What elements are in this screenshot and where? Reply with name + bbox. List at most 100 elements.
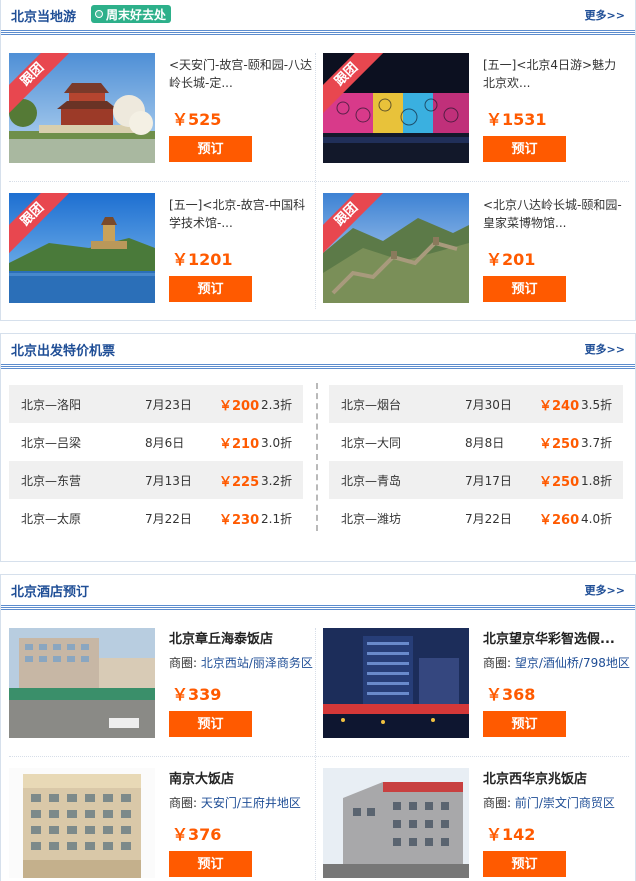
tour-image[interactable]: 跟团 (9, 53, 155, 163)
hotels-more-link[interactable]: 更多>> (585, 582, 625, 598)
book-button[interactable]: 预订 (483, 276, 566, 302)
flight-route[interactable]: 北京—东营 (21, 472, 81, 489)
flight-route[interactable]: 北京—青岛 (341, 472, 401, 489)
flight-date: 7月17日 (465, 474, 512, 488)
hotel-area: 商圈: 望京/酒仙桥/798地区 (483, 654, 633, 671)
area-label: 商圈: (483, 656, 512, 670)
tours-header: 北京当地游 周末好去处 更多>> (1, 0, 635, 30)
area-link[interactable]: 前门/崇文门商贸区 (515, 796, 615, 810)
flight-date: 7月13日 (145, 474, 192, 488)
flight-price: ￥250 (539, 437, 580, 452)
book-button[interactable]: 预订 (169, 711, 252, 737)
flights-left-column: 北京—洛阳 7月23日 ￥200 2.3折 北京—吕梁 8月6日 ￥210 3.… (9, 385, 303, 537)
hotel-card[interactable]: 南京大饭店 商圈: 天安门/王府井地区 ￥376 预订 (9, 768, 314, 881)
flight-route[interactable]: 北京—洛阳 (21, 396, 81, 413)
flight-discount: 2.3折 (261, 398, 293, 412)
tour-title[interactable]: [五一]<北京4日游>魅力北京欢... (483, 56, 628, 92)
flight-route[interactable]: 北京—潍坊 (341, 510, 401, 527)
flight-date: 7月22日 (465, 512, 512, 526)
flight-row[interactable]: 北京—吕梁 8月6日 ￥210 3.0折 (9, 423, 303, 461)
check-icon (95, 10, 103, 18)
area-label: 商圈: (169, 796, 198, 810)
tour-title[interactable]: <北京八达岭长城-颐和园-皇家菜博物馆... (483, 196, 628, 232)
hotels-grid: 北京章丘海泰饭店 商圈: 北京西站/丽泽商务区 ￥339 预订 北京望京华彩智选… (1, 610, 635, 881)
flight-price: ￥260 (539, 513, 580, 528)
hotel-name[interactable]: 南京大饭店 (169, 771, 314, 789)
flight-price: ￥230 (219, 513, 260, 528)
tour-title[interactable]: [五一]<北京-故宫-中国科学技术馆-... (169, 196, 314, 232)
flight-row[interactable]: 北京—东营 7月13日 ￥225 3.2折 (9, 461, 303, 499)
area-link[interactable]: 北京西站/丽泽商务区 (201, 656, 313, 670)
tours-grid: 跟团 <天安门-故宫-颐和园-八达岭长城-定... ￥525 预订 跟团 [五一… (1, 35, 635, 321)
flight-price: ￥210 (219, 437, 260, 452)
hotel-price: ￥142 (486, 825, 536, 844)
tour-image[interactable]: 跟团 (9, 193, 155, 303)
tour-title[interactable]: <天安门-故宫-颐和园-八达岭长城-定... (169, 56, 314, 92)
flight-row[interactable]: 北京—太原 7月22日 ￥230 2.1折 (9, 499, 303, 537)
hotel-name[interactable]: 北京章丘海泰饭店 (169, 631, 314, 649)
tour-card[interactable]: 跟团 <天安门-故宫-颐和园-八达岭长城-定... ￥525 预订 (9, 53, 314, 171)
flights-right-column: 北京—烟台 7月30日 ￥240 3.5折 北京—大同 8月8日 ￥250 3.… (329, 385, 623, 537)
hotel-name[interactable]: 北京望京华彩智选假... (483, 631, 628, 649)
weekend-tag-label: 周末好去处 (106, 7, 167, 22)
tours-title: 北京当地游 (11, 10, 77, 25)
column-divider (316, 383, 318, 531)
book-button[interactable]: 预订 (483, 711, 566, 737)
flight-price: ￥200 (219, 399, 260, 414)
flights-section: 北京出发特价机票 更多>> 北京—洛阳 7月23日 ￥200 2.3折 北京—吕… (0, 333, 636, 562)
hotel-image[interactable] (323, 628, 469, 738)
row-divider (9, 181, 629, 182)
hotel-image[interactable] (9, 628, 155, 738)
flight-row[interactable]: 北京—烟台 7月30日 ￥240 3.5折 (329, 385, 623, 423)
hotel-image[interactable] (323, 768, 469, 878)
book-button[interactable]: 预订 (169, 136, 252, 162)
hotel-card[interactable]: 北京西华京兆饭店 商圈: 前门/崇文门商贸区 ￥142 预订 (323, 768, 628, 881)
flight-row[interactable]: 北京—潍坊 7月22日 ￥260 4.0折 (329, 499, 623, 537)
weekend-tag[interactable]: 周末好去处 (91, 5, 172, 23)
flight-route[interactable]: 北京—吕梁 (21, 434, 81, 451)
row-divider (9, 756, 629, 757)
flights-list: 北京—洛阳 7月23日 ￥200 2.3折 北京—吕梁 8月6日 ￥210 3.… (1, 369, 635, 559)
flight-date: 7月23日 (145, 398, 192, 412)
area-label: 商圈: (483, 796, 512, 810)
tours-more-link[interactable]: 更多>> (585, 7, 625, 23)
flights-header: 北京出发特价机票 更多>> (1, 334, 635, 364)
flights-more-link[interactable]: 更多>> (585, 341, 625, 357)
flights-title: 北京出发特价机票 (11, 344, 116, 359)
flight-row[interactable]: 北京—洛阳 7月23日 ￥200 2.3折 (9, 385, 303, 423)
tour-card[interactable]: 跟团 [五一]<北京4日游>魅力北京欢... ￥1531 预订 (323, 53, 628, 171)
flight-row[interactable]: 北京—青岛 7月17日 ￥250 1.8折 (329, 461, 623, 499)
book-button[interactable]: 预订 (169, 851, 252, 877)
flight-date: 7月22日 (145, 512, 192, 526)
area-link[interactable]: 天安门/王府井地区 (201, 796, 301, 810)
tours-section: 北京当地游 周末好去处 更多>> 跟团 <天安门-故宫-颐和园-八达岭长城-定.… (0, 0, 636, 321)
flight-discount: 3.2折 (261, 474, 293, 488)
area-link[interactable]: 望京/酒仙桥/798地区 (515, 656, 630, 670)
hotel-image[interactable] (9, 768, 155, 878)
flight-discount: 3.0折 (261, 436, 293, 450)
flight-row[interactable]: 北京—大同 8月8日 ￥250 3.7折 (329, 423, 623, 461)
tour-image[interactable]: 跟团 (323, 53, 469, 163)
hotel-area: 商圈: 北京西站/丽泽商务区 (169, 654, 319, 671)
book-button[interactable]: 预订 (169, 276, 252, 302)
hotel-card[interactable]: 北京望京华彩智选假... 商圈: 望京/酒仙桥/798地区 ￥368 预订 (323, 628, 630, 746)
flight-route[interactable]: 北京—烟台 (341, 396, 401, 413)
hotel-card[interactable]: 北京章丘海泰饭店 商圈: 北京西站/丽泽商务区 ￥339 预订 (9, 628, 314, 746)
book-button[interactable]: 预订 (483, 136, 566, 162)
flight-date: 8月6日 (145, 436, 185, 450)
hotel-name[interactable]: 北京西华京兆饭店 (483, 771, 628, 789)
flight-discount: 3.7折 (581, 436, 613, 450)
tour-image[interactable]: 跟团 (323, 193, 469, 303)
flight-route[interactable]: 北京—太原 (21, 510, 81, 527)
tour-price: ￥1531 (486, 110, 547, 129)
tour-card[interactable]: 跟团 [五一]<北京-故宫-中国科学技术馆-... ￥1201 预订 (9, 193, 314, 311)
flight-route[interactable]: 北京—大同 (341, 434, 401, 451)
tour-price: ￥525 (172, 110, 222, 129)
hotel-price: ￥376 (172, 825, 222, 844)
area-label: 商圈: (169, 656, 198, 670)
book-button[interactable]: 预订 (483, 851, 566, 877)
hotel-area: 商圈: 天安门/王府井地区 (169, 794, 319, 811)
hotel-price: ￥368 (486, 685, 536, 704)
tour-card[interactable]: 跟团 <北京八达岭长城-颐和园-皇家菜博物馆... ￥201 预订 (323, 193, 628, 311)
flight-discount: 4.0折 (581, 512, 613, 526)
